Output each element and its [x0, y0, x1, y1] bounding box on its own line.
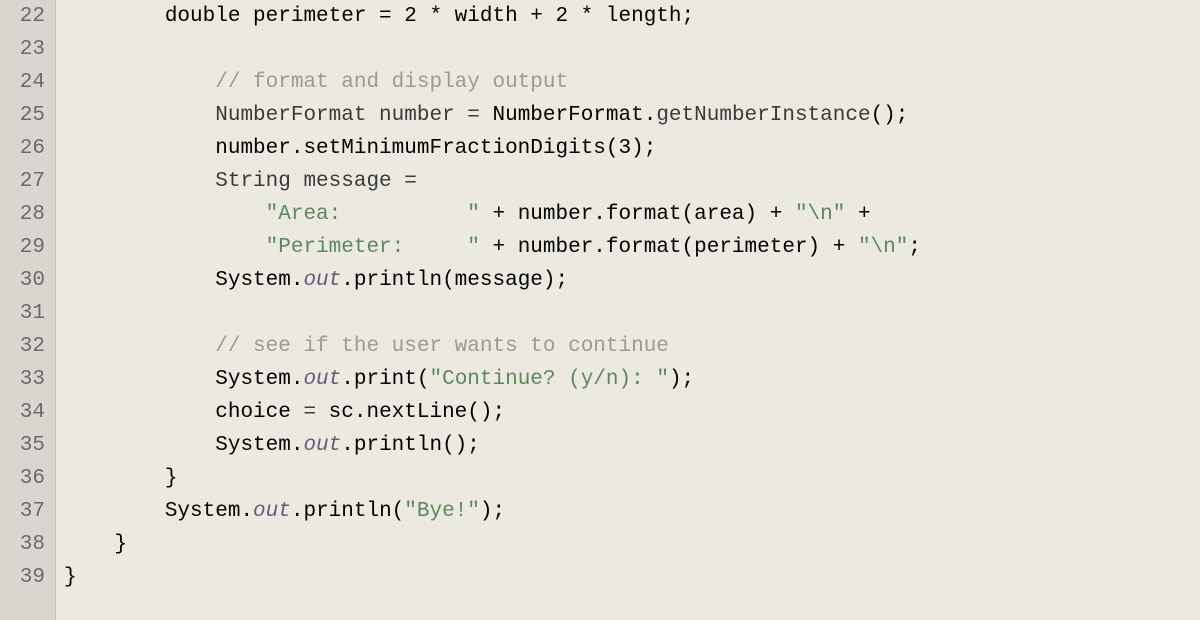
line-number: 30: [0, 264, 45, 297]
code-line: System.out.println(message);: [64, 264, 1200, 297]
comment: // see if the user wants to continue: [215, 335, 669, 358]
code-line: [64, 297, 1200, 330]
line-number: 39: [0, 561, 45, 594]
code-line: }: [64, 462, 1200, 495]
code-line: // see if the user wants to continue: [64, 330, 1200, 363]
code-line: System.out.print("Continue? (y/n): ");: [64, 363, 1200, 396]
comment: // format and display output: [215, 71, 568, 94]
static-field: out: [303, 434, 341, 457]
code-line: "Perimeter: " + number.format(perimeter)…: [64, 231, 1200, 264]
line-number: 32: [0, 330, 45, 363]
line-number: 36: [0, 462, 45, 495]
line-number: 34: [0, 396, 45, 429]
line-number: 37: [0, 495, 45, 528]
line-number: 25: [0, 99, 45, 132]
line-number: 26: [0, 132, 45, 165]
code-line: System.out.println("Bye!");: [64, 495, 1200, 528]
static-field: out: [303, 269, 341, 292]
string-literal: "\n": [795, 203, 845, 226]
code-line: choice = sc.nextLine();: [64, 396, 1200, 429]
line-number: 33: [0, 363, 45, 396]
code-line: number.setMinimumFractionDigits(3);: [64, 132, 1200, 165]
static-field: out: [253, 500, 291, 523]
line-number: 23: [0, 33, 45, 66]
line-number: 27: [0, 165, 45, 198]
code-line: // format and display output: [64, 66, 1200, 99]
code-line: String message =: [64, 165, 1200, 198]
line-number: 38: [0, 528, 45, 561]
line-number: 24: [0, 66, 45, 99]
code-line: double perimeter = 2 * width + 2 * lengt…: [64, 0, 1200, 33]
line-number: 31: [0, 297, 45, 330]
code-line: NumberFormat number = NumberFormat.getNu…: [64, 99, 1200, 132]
code-editor: 22 23 24 25 26 27 28 29 30 31 32 33 34 3…: [0, 0, 1200, 620]
code-line: }: [64, 561, 1200, 594]
code-line: "Area: " + number.format(area) + "\n" +: [64, 198, 1200, 231]
line-number: 29: [0, 231, 45, 264]
string-literal: "Area: ": [266, 203, 480, 226]
code-line: System.out.println();: [64, 429, 1200, 462]
string-literal: "Bye!": [404, 500, 480, 523]
line-number-gutter: 22 23 24 25 26 27 28 29 30 31 32 33 34 3…: [0, 0, 56, 620]
code-line: [64, 33, 1200, 66]
line-number: 28: [0, 198, 45, 231]
string-literal: "Continue? (y/n): ": [429, 368, 668, 391]
line-number: 22: [0, 0, 45, 33]
static-field: out: [303, 368, 341, 391]
string-literal: "\n": [858, 236, 908, 259]
code-line: }: [64, 528, 1200, 561]
string-literal: "Perimeter: ": [266, 236, 480, 259]
line-number: 35: [0, 429, 45, 462]
code-content[interactable]: double perimeter = 2 * width + 2 * lengt…: [56, 0, 1200, 620]
